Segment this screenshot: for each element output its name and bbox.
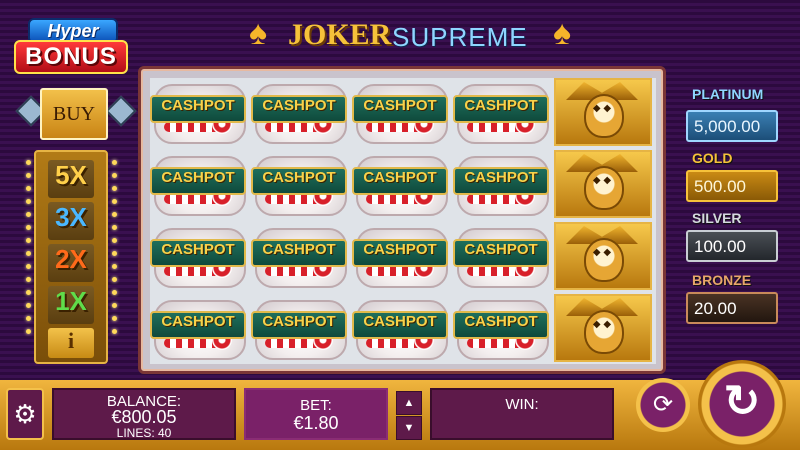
jackpot-gold-label: GOLD	[692, 150, 733, 166]
joker-face-icon	[584, 94, 624, 138]
cashpot-symbol: CASHPOT	[352, 224, 448, 288]
autoplay-button[interactable]: ⟳	[636, 378, 690, 432]
cashpot-symbol: CASHPOT	[251, 224, 347, 288]
info-button[interactable]: i	[48, 328, 94, 358]
cashpot-label: CASHPOT	[150, 167, 246, 195]
cashpot-symbol: CASHPOT	[453, 152, 549, 216]
bet-panel[interactable]: BET: €1.80	[244, 388, 388, 440]
jackpot-platinum-label: PLATINUM	[692, 86, 764, 102]
game-title: ♠ JOKER SUPREME ♠	[240, 8, 580, 58]
win-label: WIN:	[505, 396, 539, 413]
joker-face-icon	[584, 310, 624, 354]
lights-right	[112, 160, 118, 354]
jester-right-icon: ♠	[552, 14, 572, 52]
lines-value: LINES: 40	[116, 426, 172, 440]
joker-face-icon	[584, 166, 624, 210]
cashpot-symbol: CASHPOT	[150, 224, 246, 288]
jackpot-silver-value: 100.00	[686, 230, 778, 262]
buy-button[interactable]: BUY	[40, 88, 108, 140]
spin-icon: ↻	[723, 377, 761, 426]
cashpot-label: CASHPOT	[352, 95, 448, 123]
multiplier-5x: 5X	[48, 160, 94, 198]
cashpot-label: CASHPOT	[352, 311, 448, 339]
jackpot-bronze-label: BRONZE	[692, 272, 752, 288]
cashpot-symbol: CASHPOT	[352, 296, 448, 360]
hyper-bonus-logo: Hyper BONUS	[14, 18, 128, 74]
buy-bonus-area: BUY	[15, 86, 137, 140]
joker-eyes: ◆ ◆	[592, 175, 612, 186]
title-joker: JOKER	[288, 18, 392, 51]
cashpot-symbol: CASHPOT	[453, 224, 549, 288]
joker-face-icon	[584, 238, 624, 282]
jester-left-icon: ♠	[248, 14, 268, 52]
jackpot-bronze-value: 20.00	[686, 292, 778, 324]
arrow-up-icon: ▲	[403, 397, 415, 409]
gear-icon: ⚙	[13, 399, 37, 429]
joker-eyes: ◆ ◆	[592, 247, 612, 258]
reel-grid: CASHPOT CASHPOT CASHPOT CASHPOT ◆ ◆ CASHPOT CA…	[150, 78, 656, 364]
cashpot-label: CASHPOT	[251, 311, 347, 339]
cashpot-label: CASHPOT	[352, 167, 448, 195]
joker-symbol: ◆ ◆	[554, 294, 652, 362]
cashpot-label: CASHPOT	[251, 239, 347, 267]
autoplay-icon: ⟳	[652, 391, 674, 418]
jackpot-platinum-value: 5,000.00	[686, 110, 778, 142]
multiplier-column: 5X 3X 2X 1X i	[26, 150, 117, 364]
cashpot-label: CASHPOT	[352, 239, 448, 267]
multiplier-2x: 2X	[48, 244, 94, 282]
bet-increase-button[interactable]: ▲	[396, 391, 422, 415]
diamond-right-icon	[105, 95, 137, 127]
cashpot-label: CASHPOT	[150, 239, 246, 267]
spin-button[interactable]: ↻	[698, 360, 786, 448]
joker-symbol: ◆ ◆	[554, 150, 652, 218]
cashpot-symbol: CASHPOT	[352, 152, 448, 216]
cashpot-symbol: CASHPOT	[453, 296, 549, 360]
joker-symbol: ◆ ◆	[554, 78, 652, 146]
win-panel: WIN:	[430, 388, 614, 440]
lights-left	[26, 160, 32, 354]
cashpot-symbol: CASHPOT	[251, 152, 347, 216]
cashpot-symbol: CASHPOT	[251, 80, 347, 144]
cashpot-label: CASHPOT	[251, 95, 347, 123]
cashpot-label: CASHPOT	[150, 95, 246, 123]
multiplier-3x: 3X	[48, 202, 94, 240]
cashpot-symbol: CASHPOT	[352, 80, 448, 144]
cashpot-symbol: CASHPOT	[251, 296, 347, 360]
cashpot-symbol: CASHPOT	[150, 152, 246, 216]
jackpot-silver-label: SILVER	[692, 210, 742, 226]
joker-eyes: ◆ ◆	[592, 319, 612, 330]
cashpot-label: CASHPOT	[453, 239, 549, 267]
cashpot-symbol: CASHPOT	[150, 80, 246, 144]
reel-frame: CASHPOT CASHPOT CASHPOT CASHPOT ◆ ◆ CASHPOT CA…	[138, 66, 666, 374]
balance-panel: BALANCE: €800.05 LINES: 40	[52, 388, 236, 440]
jackpot-gold-value: 500.00	[686, 170, 778, 202]
arrow-down-icon: ▼	[403, 422, 415, 434]
cashpot-symbol: CASHPOT	[453, 80, 549, 144]
bet-label: BET:	[300, 397, 332, 414]
cashpot-label: CASHPOT	[453, 95, 549, 123]
cashpot-label: CASHPOT	[150, 311, 246, 339]
cashpot-label: CASHPOT	[251, 167, 347, 195]
cashpot-label: CASHPOT	[453, 311, 549, 339]
settings-button[interactable]: ⚙	[6, 388, 44, 440]
cashpot-label: CASHPOT	[453, 167, 549, 195]
bet-value: €1.80	[293, 413, 339, 433]
multiplier-1x: 1X	[48, 286, 94, 324]
joker-eyes: ◆ ◆	[592, 103, 612, 114]
cashpot-symbol: CASHPOT	[150, 296, 246, 360]
title-supreme: SUPREME	[392, 22, 528, 52]
bet-decrease-button[interactable]: ▼	[396, 416, 422, 440]
logo-bonus-text: BONUS	[14, 40, 128, 74]
joker-symbol: ◆ ◆	[554, 222, 652, 290]
balance-value: €800.05	[111, 407, 177, 427]
